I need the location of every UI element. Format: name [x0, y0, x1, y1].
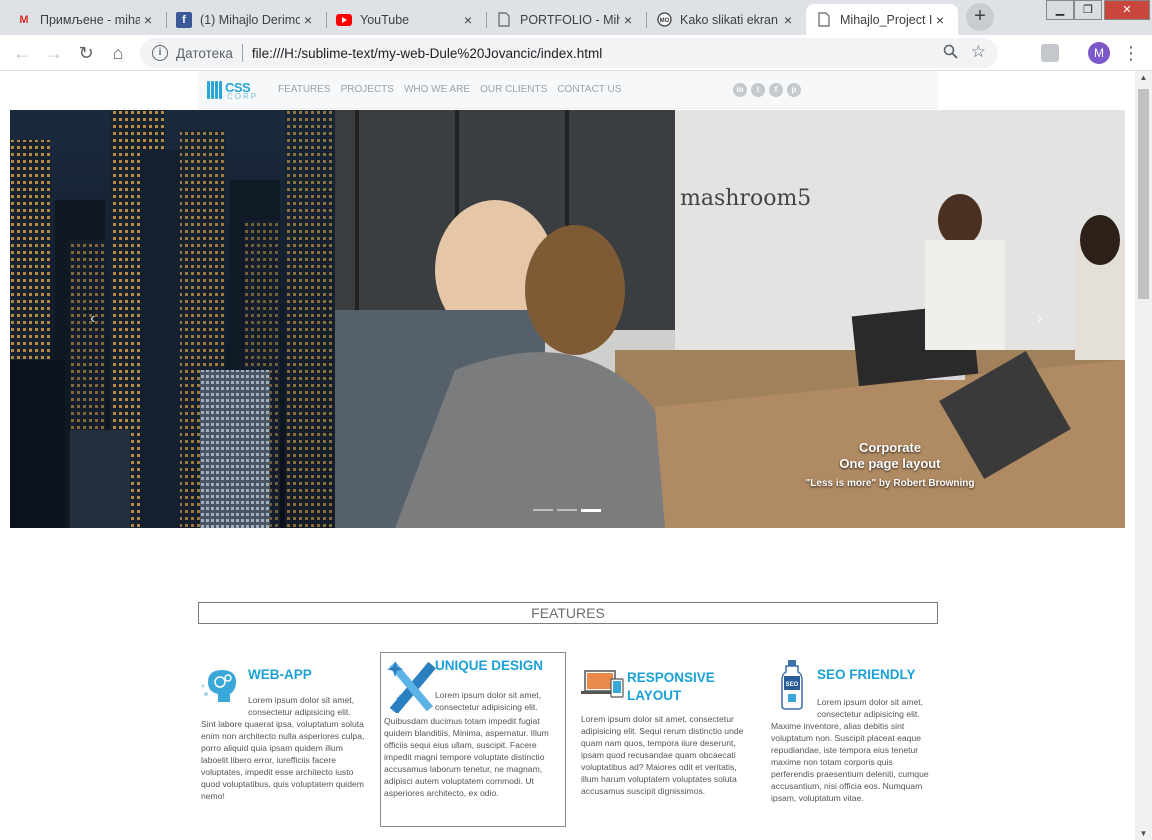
carousel-indicator-2[interactable]: [557, 509, 577, 511]
twitter-icon[interactable]: t: [751, 83, 765, 97]
search-icon[interactable]: [943, 44, 958, 63]
carousel-indicator-3[interactable]: [581, 509, 601, 512]
linkedin-icon[interactable]: in: [733, 83, 747, 97]
brain-head-icon: [201, 670, 236, 702]
browser-toolbar: ← → ↻ ⌂ i Датотека file:///H:/sublime-te…: [0, 35, 1152, 71]
pencil-ruler-icon: [387, 661, 437, 713]
tab-title: YouTube: [360, 12, 410, 27]
scrollbar-thumb[interactable]: [1138, 89, 1149, 299]
site-icon: MO: [656, 12, 672, 28]
feature-card-unique-design: UNIQUE DESIGN Lorem ipsum dolor sit amet…: [380, 652, 566, 827]
feature-body: Maxime inventore, alias debitis sint vol…: [771, 721, 929, 803]
minimize-button[interactable]: ▁: [1046, 0, 1074, 20]
social-links: in t f p: [733, 83, 801, 97]
facebook-icon: f: [176, 11, 192, 28]
close-tab-icon[interactable]: ×: [460, 12, 476, 28]
close-tab-icon[interactable]: ×: [300, 12, 316, 28]
nav-link-features[interactable]: FEATURES: [278, 84, 331, 95]
address-bar[interactable]: i Датотека file:///H:/sublime-text/my-we…: [140, 38, 998, 68]
page-viewport: CSS CORP FEATURES PROJECTS WHO WE ARE OU…: [0, 71, 1152, 840]
city-skyline-image: [10, 110, 335, 528]
feature-lead: Lorem ipsum dolor sit amet, consectetur …: [817, 697, 924, 719]
nav-link-contact-us[interactable]: CONTACT US: [557, 84, 621, 95]
nav-link-our-clients[interactable]: OUR CLIENTS: [480, 84, 547, 95]
tab-facebook[interactable]: f (1) Mihajlo Derimo ×: [166, 4, 327, 35]
home-button[interactable]: ⌂: [106, 41, 130, 65]
carousel-prev-button[interactable]: ‹: [90, 310, 95, 328]
pdf-extension-icon[interactable]: [1041, 44, 1059, 62]
wall-brand-text: mashroom5: [680, 186, 811, 211]
forward-button[interactable]: →: [42, 41, 66, 65]
carousel-indicators: [533, 509, 601, 512]
css-corp-logo[interactable]: CSS CORP: [207, 79, 263, 103]
close-window-button[interactable]: ✕: [1104, 0, 1150, 20]
document-icon: [496, 12, 512, 28]
close-tab-icon[interactable]: ×: [140, 12, 156, 28]
feature-card-responsive-layout: RESPONSIVE LAYOUT Lorem ipsum dolor sit …: [580, 666, 750, 806]
feature-body: Sint labore quaerat ipsa, voluptatum sol…: [201, 719, 365, 801]
tab-title: Mihajlo_Project I: [840, 12, 932, 27]
nav-link-who-we-are[interactable]: WHO WE ARE: [404, 84, 470, 95]
seo-badge-text: SEO: [786, 682, 799, 688]
browser-menu-button[interactable]: ⋮: [1122, 41, 1140, 65]
browser-tab-strip: M Примљене - mihajlo × f (1) Mihajlo Der…: [0, 0, 1152, 35]
youtube-icon: [336, 12, 352, 28]
pinterest-icon[interactable]: p: [787, 83, 801, 97]
feature-card-web-app: WEB-APP Lorem ipsum dolor sit amet, cons…: [200, 666, 368, 806]
tab-kako-slikati[interactable]: MO Kako slikati ekran ×: [646, 4, 806, 35]
caption-quote: "Less is more" by Robert Browning: [805, 478, 975, 489]
document-icon: [816, 12, 832, 28]
caption-line2: One page layout: [839, 456, 941, 471]
feature-title: RESPONSIVE LAYOUT: [627, 670, 715, 703]
caption-line1: Corporate: [858, 440, 922, 455]
tab-mihajlo-project[interactable]: Mihajlo_Project I ×: [806, 4, 958, 35]
responsive-devices-icon: [581, 670, 624, 698]
back-button[interactable]: ←: [10, 41, 34, 65]
tab-youtube[interactable]: YouTube ×: [326, 4, 487, 35]
feature-lead: Lorem ipsum dolor sit amet, consectetur …: [435, 690, 542, 712]
features-section-title: FEATURES: [198, 602, 938, 624]
tab-title: Примљене - mihajlo: [40, 12, 140, 27]
hero-carousel: mashroom5 ‹ › Corporate One page layout …: [10, 110, 1125, 528]
hero-caption: Corporate One page layout "Less is more"…: [765, 440, 1015, 489]
tab-title: PORTFOLIO - Mihajlo: [520, 12, 620, 27]
new-tab-button[interactable]: +: [966, 3, 994, 31]
bookmark-star-icon[interactable]: ☆: [971, 42, 986, 62]
seo-bottle-icon: SEO: [781, 660, 803, 710]
feature-title: UNIQUE DESIGN: [435, 658, 544, 673]
carousel-next-button[interactable]: ›: [1037, 310, 1042, 328]
tab-title: (1) Mihajlo Derimo: [200, 12, 300, 27]
feature-title: SEO FRIENDLY: [817, 667, 916, 682]
gmail-icon: M: [19, 13, 29, 26]
close-tab-icon[interactable]: ×: [932, 12, 948, 28]
close-tab-icon[interactable]: ×: [780, 12, 796, 28]
maximize-button[interactable]: ❐: [1074, 0, 1102, 20]
feature-card-seo-friendly: SEO SEO FRIENDLY Lorem ipsum dolor sit a…: [770, 660, 932, 805]
tab-title: Kako slikati ekran: [680, 12, 778, 27]
tab-portfolio[interactable]: PORTFOLIO - Mihajlo ×: [486, 4, 647, 35]
scroll-down-arrow-icon[interactable]: ▼: [1135, 829, 1152, 838]
close-tab-icon[interactable]: ×: [620, 12, 636, 28]
scheme-label: Датотека: [176, 45, 233, 61]
feature-title: WEB-APP: [248, 667, 312, 682]
page-scrollbar[interactable]: ▲ ▼: [1135, 71, 1152, 840]
svg-text:MO: MO: [659, 18, 669, 24]
carousel-indicator-1[interactable]: [533, 509, 553, 511]
feature-body: Lorem ipsum dolor sit amet, consectetur …: [581, 714, 744, 796]
scroll-up-arrow-icon[interactable]: ▲: [1135, 73, 1152, 82]
site-nav-links: FEATURES PROJECTS WHO WE ARE OUR CLIENTS…: [278, 84, 621, 95]
feature-body: Quibusdam ducimus totam impedit fugiat q…: [384, 716, 549, 798]
facebook-icon[interactable]: f: [769, 83, 783, 97]
tab-gmail[interactable]: M Примљене - mihajlo ×: [6, 4, 167, 35]
reload-button[interactable]: ↻: [74, 41, 98, 65]
feature-lead: Lorem ipsum dolor sit amet, consectetur …: [248, 695, 355, 717]
info-icon[interactable]: i: [152, 45, 168, 61]
profile-avatar[interactable]: M: [1088, 42, 1110, 64]
url-text[interactable]: file:///H:/sublime-text/my-web-Dule%20Jo…: [252, 46, 602, 61]
site-navbar: CSS CORP FEATURES PROJECTS WHO WE ARE OU…: [198, 71, 938, 109]
nav-link-projects[interactable]: PROJECTS: [341, 84, 394, 95]
